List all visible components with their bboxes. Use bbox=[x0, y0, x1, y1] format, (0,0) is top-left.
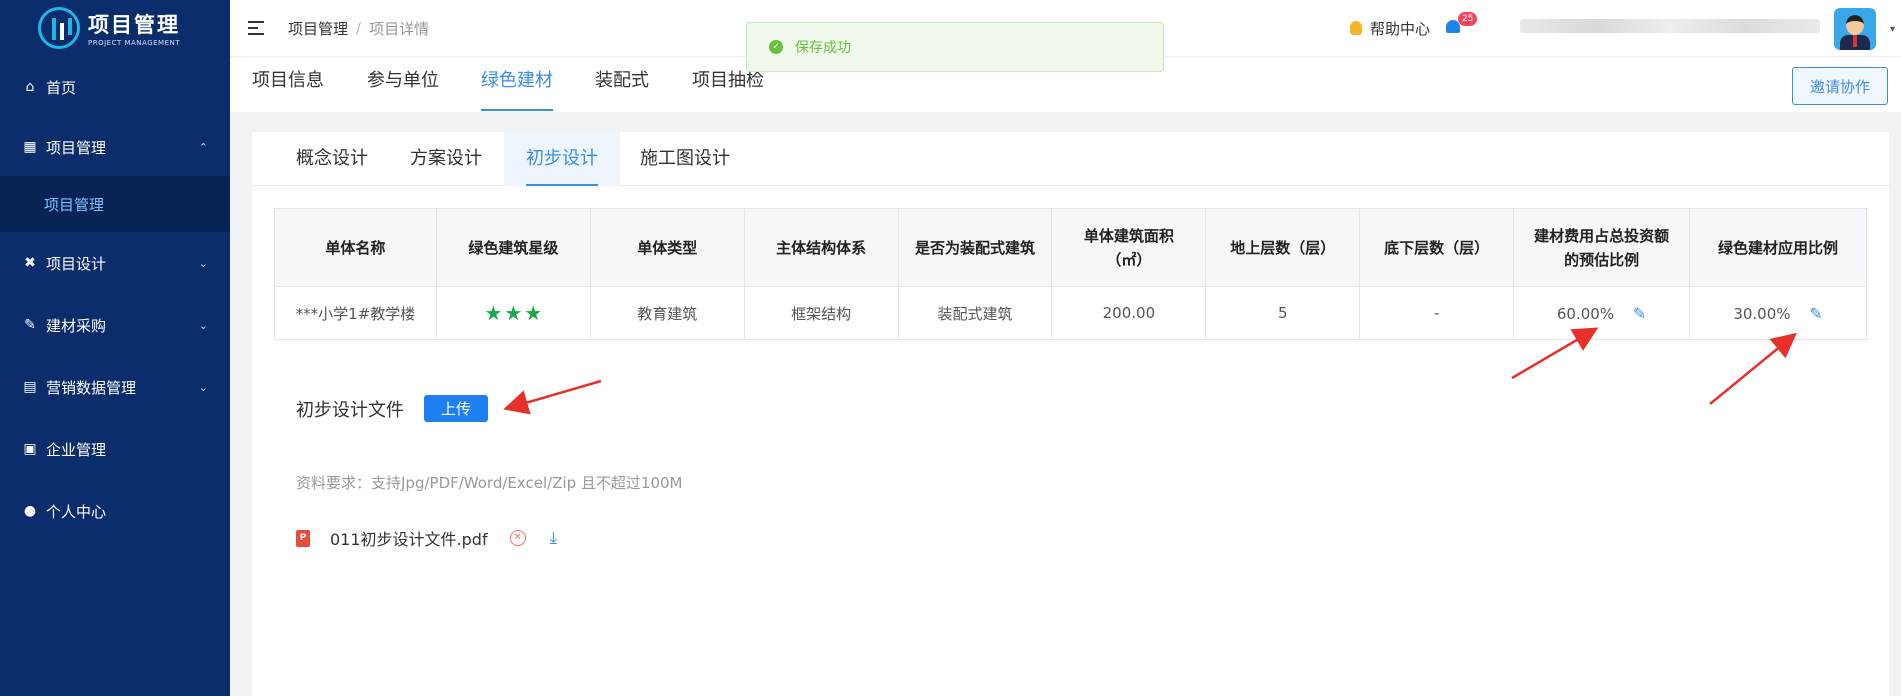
column-header: 单体类型 bbox=[589, 208, 745, 287]
preliminary-design-file-label: 初步设计文件 bbox=[296, 400, 404, 421]
tab-green-materials[interactable]: 绿色建材 bbox=[481, 57, 553, 113]
avatar[interactable] bbox=[1834, 8, 1876, 50]
table-header-row: 单体名称 绿色建筑星级 单体类型 主体结构体系 是否为装配式建筑 单体建筑面积 … bbox=[274, 208, 1867, 287]
notification-badge: 25 bbox=[1458, 12, 1478, 26]
tools-icon: ✖ bbox=[24, 255, 36, 271]
logo-title: 项目管理 bbox=[88, 13, 180, 37]
sidebar-item-marketing-data[interactable]: ▤ 营销数据管理 ⌄ bbox=[0, 356, 230, 418]
sidebar: 项目管理 PROJECT MANAGEMENT ⌂ 首页 ▦ 项目管理 ⌃ 项目… bbox=[0, 0, 230, 696]
breadcrumb-current: 项目详情 bbox=[369, 19, 430, 38]
sidebar-item-label: 个人中心 bbox=[46, 502, 107, 521]
user-info-redacted bbox=[1520, 19, 1820, 33]
chevron-down-icon[interactable]: ▾ bbox=[1890, 24, 1895, 35]
book-icon: ▦ bbox=[23, 139, 37, 155]
submenu-item-label: 项目管理 bbox=[44, 195, 105, 214]
lightbulb-icon bbox=[1350, 21, 1362, 35]
table-row: ***小学1#教学楼 ★ ★ ★ 教育建筑 框架结构 装配式建筑 200.00 5 … bbox=[274, 286, 1867, 340]
chevron-down-icon: ⌄ bbox=[198, 318, 208, 332]
invite-collaboration-button[interactable]: 邀请协作 bbox=[1792, 67, 1888, 105]
user-icon: ● bbox=[23, 503, 37, 519]
logo[interactable]: 项目管理 PROJECT MANAGEMENT bbox=[0, 0, 230, 56]
material-cost-ratio-value: 60.00% bbox=[1556, 304, 1615, 323]
sidebar-item-label: 营销数据管理 bbox=[46, 378, 137, 397]
sidebar-item-enterprise[interactable]: ▣ 企业管理 bbox=[0, 418, 230, 480]
tab-preliminary-design[interactable]: 初步设计 bbox=[504, 132, 620, 186]
check-circle-icon: ✓ bbox=[769, 40, 783, 54]
tab-construction-drawing-design[interactable]: 施工图设计 bbox=[640, 132, 730, 186]
pdf-icon: P bbox=[296, 529, 310, 547]
cell-name: ***小学1#教学楼 bbox=[274, 286, 437, 340]
cell-structure: 框架结构 bbox=[743, 286, 899, 340]
breadcrumb-separator: / bbox=[356, 19, 362, 37]
column-header: 地上层数（层） bbox=[1205, 208, 1361, 287]
tab-concept-design[interactable]: 概念设计 bbox=[296, 132, 368, 186]
star-rating: ★ ★ ★ bbox=[483, 301, 543, 325]
column-header: 建材费用占总投资额 的预估比例 bbox=[1513, 208, 1691, 287]
delete-circle-icon[interactable]: ✕ bbox=[509, 530, 526, 546]
design-phase-tabs: 概念设计 方案设计 初步设计 施工图设计 bbox=[252, 132, 1889, 186]
cell-floors-below: - bbox=[1359, 286, 1515, 340]
green-material-ratio-value: 30.00% bbox=[1733, 304, 1791, 323]
file-requirement-text: 资料要求：支持Jpg/PDF/Word/Excel/Zip 且不超过100M bbox=[296, 474, 683, 492]
sidebar-item-label: 首页 bbox=[46, 78, 77, 97]
sidebar-item-label: 项目管理 bbox=[46, 138, 107, 157]
logo-subtitle: PROJECT MANAGEMENT bbox=[88, 39, 181, 47]
tab-participants[interactable]: 参与单位 bbox=[367, 57, 439, 113]
sidebar-item-label: 企业管理 bbox=[46, 440, 107, 459]
chevron-down-icon: ⌄ bbox=[198, 380, 208, 394]
main-panel: 概念设计 方案设计 初步设计 施工图设计 单体名称 绿色建筑星级 单体类型 主体… bbox=[252, 132, 1889, 696]
help-center-label: 帮助中心 bbox=[1370, 19, 1431, 38]
sidebar-item-label: 项目设计 bbox=[46, 254, 107, 273]
column-header: 绿色建材应用比例 bbox=[1689, 208, 1867, 287]
tab-prefabricated[interactable]: 装配式 bbox=[595, 57, 649, 113]
column-header: 单体建筑面积 （㎡） bbox=[1051, 208, 1207, 287]
cell-material-cost-ratio: 60.00% ✎ bbox=[1513, 286, 1691, 340]
breadcrumb-item[interactable]: 项目管理 bbox=[288, 18, 348, 39]
sidebar-item-project-design[interactable]: ✖ 项目设计 ⌄ bbox=[0, 232, 230, 294]
cell-green-material-ratio: 30.00% ✎ bbox=[1689, 286, 1867, 340]
cell-star-rating: ★ ★ ★ bbox=[435, 286, 591, 340]
chevron-down-icon: ⌄ bbox=[198, 256, 208, 270]
cell-type: 教育建筑 bbox=[589, 286, 745, 340]
logo-icon bbox=[38, 7, 80, 49]
download-icon[interactable]: ⤓ bbox=[550, 528, 558, 548]
column-header: 底下层数（层） bbox=[1359, 208, 1515, 287]
star-icon: ★ bbox=[524, 301, 543, 325]
file-name[interactable]: 011初步设计文件.pdf bbox=[330, 526, 488, 550]
menu-toggle-icon[interactable] bbox=[248, 21, 266, 35]
home-icon: ⌂ bbox=[25, 79, 35, 95]
breadcrumb: 项目管理 / 项目详情 bbox=[288, 18, 429, 39]
edit-pencil-icon[interactable]: ✎ bbox=[1809, 304, 1822, 323]
purchase-icon: ✎ bbox=[24, 317, 36, 333]
tab-project-info[interactable]: 项目信息 bbox=[252, 57, 324, 113]
star-icon: ★ bbox=[504, 301, 523, 325]
column-header: 绿色建筑星级 bbox=[435, 208, 591, 287]
file-list-item: P 011初步设计文件.pdf ✕ ⤓ bbox=[296, 526, 557, 550]
column-header: 主体结构体系 bbox=[743, 208, 899, 287]
success-toast: ✓ 保存成功 bbox=[746, 22, 1164, 72]
submenu-item-project-management[interactable]: 项目管理 bbox=[0, 176, 230, 232]
tab-scheme-design[interactable]: 方案设计 bbox=[410, 132, 482, 186]
column-header: 是否为装配式建筑 bbox=[897, 208, 1053, 287]
upload-button[interactable]: 上传 bbox=[424, 395, 488, 422]
building-icon: ▣ bbox=[23, 441, 37, 457]
star-icon: ★ bbox=[484, 301, 503, 325]
help-center-link[interactable]: 帮助中心 bbox=[1350, 18, 1430, 39]
sidebar-item-project-management[interactable]: ▦ 项目管理 ⌃ bbox=[0, 118, 230, 176]
building-table: 单体名称 绿色建筑星级 单体类型 主体结构体系 是否为装配式建筑 单体建筑面积 … bbox=[274, 208, 1867, 340]
chart-icon: ▤ bbox=[23, 379, 37, 395]
sidebar-item-material-purchase[interactable]: ✎ 建材采购 ⌄ bbox=[0, 294, 230, 356]
sidebar-item-label: 建材采购 bbox=[46, 316, 107, 335]
edit-pencil-icon[interactable]: ✎ bbox=[1633, 304, 1646, 323]
sidebar-item-home[interactable]: ⌂ 首页 bbox=[0, 56, 230, 118]
cell-area: 200.00 bbox=[1051, 286, 1207, 340]
cell-prefab: 装配式建筑 bbox=[897, 286, 1053, 340]
chevron-up-icon: ⌃ bbox=[198, 140, 208, 154]
sidebar-item-personal-center[interactable]: ● 个人中心 bbox=[0, 480, 230, 542]
column-header: 单体名称 bbox=[274, 208, 437, 287]
cell-floors-above: 5 bbox=[1205, 286, 1361, 340]
toast-message: 保存成功 bbox=[795, 40, 851, 56]
